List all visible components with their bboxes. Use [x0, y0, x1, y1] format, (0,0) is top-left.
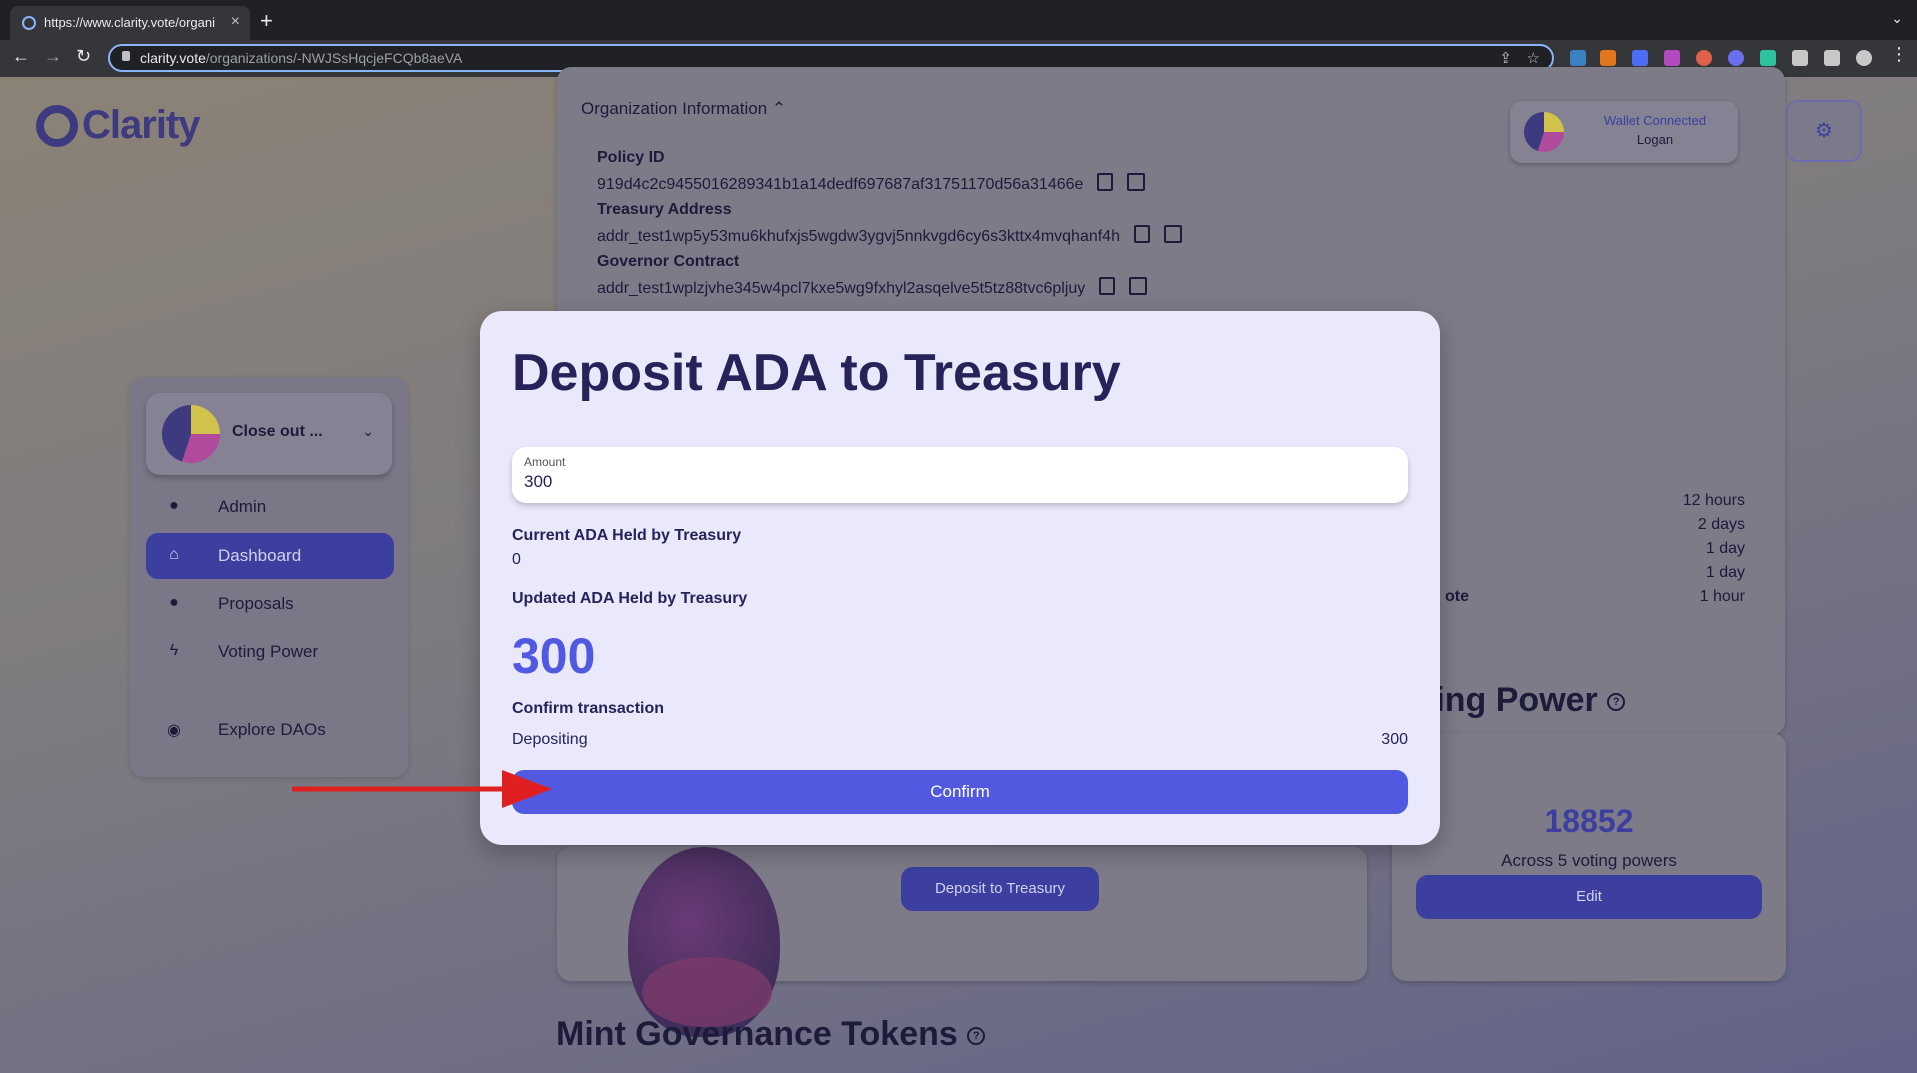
- external-link-icon[interactable]: [1129, 277, 1148, 295]
- url-text: clarity.vote/organizations/-NWJSsHqcjeFC…: [140, 50, 463, 66]
- wallet-avatar: [1524, 112, 1564, 152]
- kebab-menu-icon[interactable]: ⋮: [1890, 44, 1908, 65]
- extension-icon[interactable]: [1570, 50, 1586, 66]
- annotation-arrow-icon: [292, 770, 552, 808]
- chevron-down-icon: ⌄: [362, 423, 374, 439]
- sidebar-item-admin[interactable]: ● Admin: [146, 484, 394, 530]
- extension-icon[interactable]: [1664, 50, 1680, 66]
- duration-value: 1 day: [1705, 540, 1745, 557]
- current-ada-value: 0: [512, 551, 521, 568]
- new-tab-icon[interactable]: +: [260, 8, 273, 34]
- amount-field[interactable]: Amount: [512, 447, 1408, 503]
- duration-label-partial: ote: [1445, 588, 1469, 605]
- wallet-status-text: Wallet Connected: [1603, 113, 1707, 128]
- duration-value: 12 hours: [1682, 492, 1745, 509]
- sidebar: Close out ... ⌄ ● Admin ⌂ Dashboard ● Pr…: [130, 377, 408, 777]
- governor-contract-label: Governor Contract: [597, 253, 740, 270]
- browser-tab[interactable]: https://www.clarity.vote/organi ×: [10, 6, 250, 40]
- extension-icon[interactable]: [1696, 50, 1712, 66]
- policy-id-value: 919d4c2c9455016289341b1a14dedf697687af31…: [597, 173, 1146, 194]
- org-selector[interactable]: Close out ... ⌄: [146, 393, 392, 475]
- copy-icon[interactable]: [1097, 173, 1114, 191]
- home-icon: ⌂: [169, 546, 179, 563]
- updated-ada-value: 300: [512, 628, 596, 684]
- metamask-extension-icon[interactable]: [1600, 50, 1616, 66]
- close-tab-icon[interactable]: ×: [231, 13, 240, 31]
- confirm-button[interactable]: Confirm: [512, 770, 1408, 814]
- sidebar-item-explore-daos[interactable]: ◉ Explore DAOs: [146, 707, 394, 753]
- external-link-icon[interactable]: [1127, 173, 1146, 191]
- external-link-icon[interactable]: [1163, 225, 1182, 243]
- depositing-value: 300: [1381, 731, 1408, 748]
- side-panel-icon[interactable]: [1824, 50, 1840, 66]
- voting-power-card: 18852 Across 5 voting powers Edit: [1392, 733, 1786, 981]
- tab-search-chevron-icon[interactable]: ⌄: [1891, 10, 1903, 27]
- bookmark-star-icon[interactable]: ☆: [1527, 49, 1540, 67]
- sidebar-item-label: Voting Power: [218, 642, 319, 661]
- wallet-user-name: Logan: [1636, 132, 1674, 147]
- forward-icon[interactable]: →: [44, 46, 62, 67]
- sidebar-item-label: Dashboard: [218, 546, 302, 565]
- back-icon[interactable]: ←: [12, 46, 30, 67]
- chevron-up-icon: ⌃: [771, 99, 787, 118]
- voting-power-total: 18852: [1544, 803, 1634, 839]
- compass-icon: ◉: [167, 722, 181, 739]
- modal-title: Deposit ADA to Treasury: [512, 344, 1121, 402]
- tab-title: https://www.clarity.vote/organi: [44, 15, 215, 30]
- reload-icon[interactable]: ↻: [76, 46, 91, 67]
- help-icon[interactable]: ?: [967, 1027, 986, 1046]
- org-name: Close out ...: [232, 423, 323, 440]
- sidebar-item-dashboard[interactable]: ⌂ Dashboard: [146, 533, 394, 579]
- sidebar-item-label: Proposals: [218, 594, 294, 613]
- gear-icon: ⚙: [1815, 120, 1833, 142]
- current-ada-label: Current ADA Held by Treasury: [512, 527, 742, 544]
- help-icon[interactable]: ?: [1607, 693, 1626, 712]
- mint-governance-tokens-heading: Mint Governance Tokens ?: [556, 1015, 986, 1054]
- browser-tab-bar: https://www.clarity.vote/organi × + ⌄: [0, 0, 1917, 40]
- confirm-transaction-heading: Confirm transaction: [512, 700, 665, 717]
- amount-input[interactable]: [524, 472, 1384, 492]
- sidebar-item-label: Admin: [218, 497, 267, 516]
- wallet-status-button[interactable]: Wallet Connected Logan: [1510, 101, 1738, 163]
- copy-icon[interactable]: [1099, 277, 1116, 295]
- clarity-logo-icon: [36, 105, 78, 147]
- sidebar-item-voting-power[interactable]: ϟ Voting Power: [146, 629, 394, 675]
- share-icon[interactable]: ⇪: [1499, 49, 1512, 67]
- deposit-to-treasury-button[interactable]: Deposit to Treasury: [901, 867, 1099, 911]
- logo-text: Clarity: [82, 103, 200, 147]
- extension-icon[interactable]: [1632, 50, 1648, 66]
- updated-ada-label: Updated ADA Held by Treasury: [512, 590, 748, 607]
- puzzle-extensions-icon[interactable]: [1792, 50, 1808, 66]
- org-avatar: [162, 405, 220, 463]
- voting-power-subtitle: Across 5 voting powers: [1501, 851, 1677, 870]
- duration-value: 2 days: [1697, 516, 1745, 533]
- org-info-header[interactable]: Organization Information ⌃: [581, 99, 786, 119]
- profile-icon[interactable]: [1856, 50, 1872, 66]
- voting-power-heading: ting Power ?: [1424, 681, 1626, 720]
- treasury-address-label: Treasury Address: [597, 201, 732, 218]
- duration-value: 1 day: [1705, 564, 1745, 581]
- site-favicon-icon: [22, 16, 36, 30]
- sidebar-item-proposals[interactable]: ● Proposals: [146, 581, 394, 627]
- copy-icon[interactable]: [1133, 225, 1150, 243]
- lightbulb-icon: ●: [169, 594, 179, 611]
- bolt-icon: ϟ: [169, 642, 179, 659]
- lock-icon: [122, 51, 130, 61]
- person-icon: ●: [169, 497, 179, 514]
- policy-id-label: Policy ID: [597, 149, 665, 166]
- duration-value: 1 hour: [1699, 588, 1745, 605]
- deposit-modal: Deposit ADA to Treasury Amount Current A…: [480, 311, 1440, 845]
- depositing-label: Depositing: [512, 731, 588, 748]
- extension-icon[interactable]: [1728, 50, 1744, 66]
- depositing-row: Depositing 300: [512, 731, 1408, 749]
- edit-button[interactable]: Edit: [1416, 875, 1762, 919]
- treasury-address-value: addr_test1wp5y53mu6khufxjs5wgdw3ygvj5nnk…: [597, 225, 1182, 246]
- sidebar-item-label: Explore DAOs: [218, 720, 326, 739]
- extension-icon[interactable]: [1760, 50, 1776, 66]
- settings-button[interactable]: ⚙: [1786, 100, 1862, 162]
- amount-label: Amount: [524, 455, 566, 469]
- governor-contract-value: addr_test1wplzjvhe345w4pcl7kxe5wg9fxhyl2…: [597, 277, 1148, 298]
